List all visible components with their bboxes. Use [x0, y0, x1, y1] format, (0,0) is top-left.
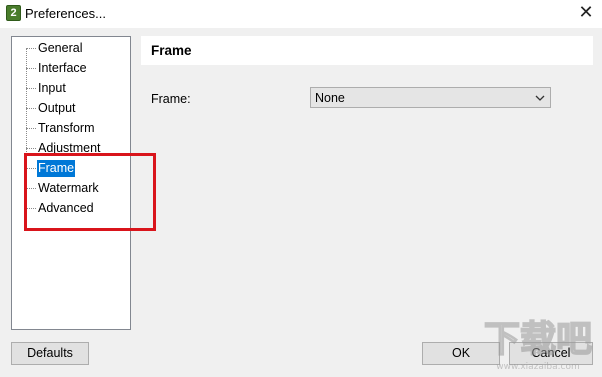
watermark-logo: 下载吧 www.xiazaiba.com	[483, 318, 593, 372]
svg-text:下载吧: 下载吧	[484, 319, 592, 360]
frame-select[interactable]: None	[310, 87, 551, 108]
tree-item-label: General	[38, 41, 83, 55]
tree-connector	[26, 88, 36, 89]
tree-item-label: Interface	[38, 61, 87, 75]
close-icon[interactable]: ✕	[570, 0, 602, 28]
panel-title: Frame	[151, 43, 192, 58]
tree-connector	[26, 128, 36, 129]
tree-connector	[26, 48, 36, 49]
panel-header: Frame	[141, 36, 593, 65]
frame-label: Frame:	[151, 92, 191, 106]
highlight-box	[24, 153, 156, 231]
frame-select-value: None	[315, 91, 345, 105]
app-icon: 2	[6, 5, 21, 21]
title-bar[interactable]: 2 Preferences... ✕	[0, 0, 602, 28]
chevron-down-icon	[535, 95, 545, 101]
tree-item-label: Transform	[38, 121, 95, 135]
tree-item-label: Input	[38, 81, 66, 95]
tree-item-label: Output	[38, 101, 76, 115]
defaults-button[interactable]: Defaults	[11, 342, 89, 365]
tree-connector	[26, 68, 36, 69]
window-title: Preferences...	[25, 6, 106, 21]
tree-connector	[26, 148, 36, 149]
svg-text:www.xiazaiba.com: www.xiazaiba.com	[496, 362, 580, 372]
tree-connector	[26, 108, 36, 109]
preferences-dialog: 2 Preferences... ✕ General Interface Inp…	[0, 0, 602, 377]
